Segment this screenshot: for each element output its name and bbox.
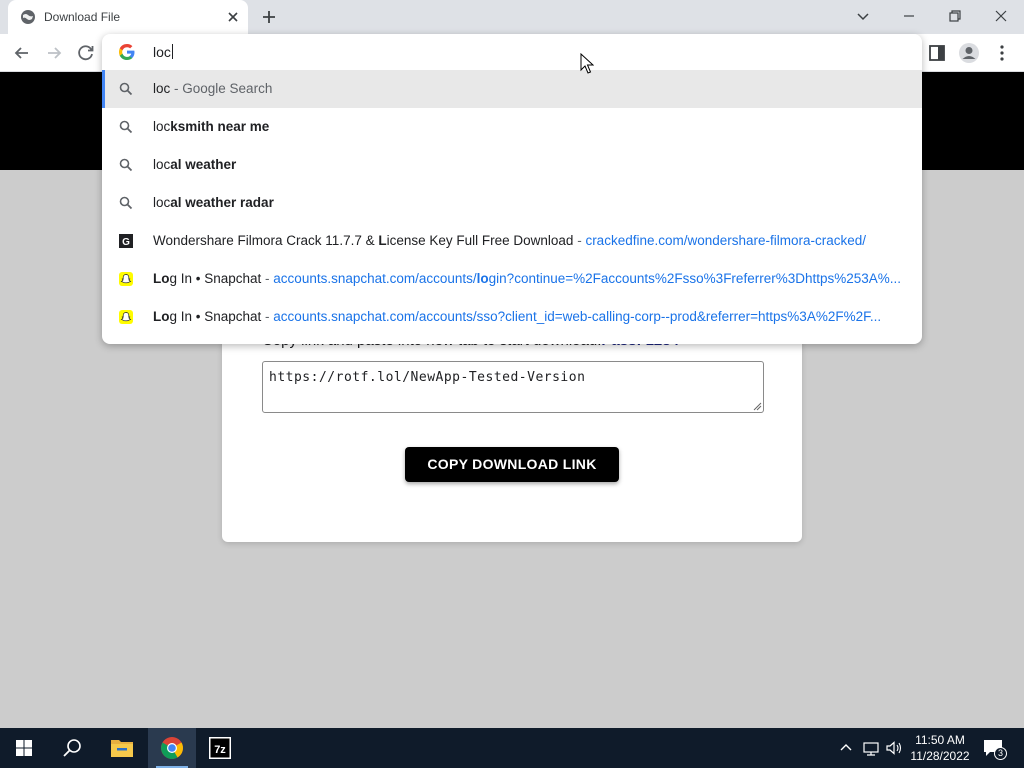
suggestion-title-match-2: o bbox=[161, 271, 170, 286]
notification-center-button[interactable]: 3 bbox=[982, 736, 1008, 762]
suggestion-title: Wondershare Filmora Crack 11.7.7 & bbox=[153, 233, 379, 248]
search-icon bbox=[119, 158, 133, 172]
snapchat-icon bbox=[119, 310, 133, 324]
suggestion-url: crackedfine.com/wondershare-filmora-crac… bbox=[585, 233, 867, 248]
tab-strip: Download File bbox=[0, 0, 1024, 34]
text-caret bbox=[171, 44, 173, 59]
new-tab-icon[interactable] bbox=[260, 8, 278, 26]
suggestion-title-match: L bbox=[378, 233, 387, 248]
minimize-icon[interactable] bbox=[899, 6, 919, 26]
suggestion-completion: al weather bbox=[170, 157, 237, 172]
address-input[interactable]: loc bbox=[153, 44, 173, 60]
snapchat-icon bbox=[119, 272, 133, 286]
suggestion-text: Wondershare Filmora Crack 11.7.7 & Licen… bbox=[153, 233, 867, 248]
close-tab-icon[interactable] bbox=[224, 8, 242, 26]
suggestion-typed: loc bbox=[153, 81, 171, 96]
suggestion-title-match-2: o bbox=[161, 309, 170, 324]
suggestion-search-locksmith[interactable]: locksmith near me bbox=[102, 108, 922, 146]
download-link-value: https://rotf.lol/NewApp-Tested-Version bbox=[269, 370, 586, 385]
suggestion-text: loc - Google Search bbox=[153, 81, 273, 96]
network-icon[interactable] bbox=[861, 738, 881, 758]
suggestion-completion: ksmith near me bbox=[170, 119, 270, 134]
suggestion-search-local-weather-radar[interactable]: local weather radar bbox=[102, 184, 922, 222]
tab-title: Download File bbox=[44, 10, 121, 24]
search-icon[interactable] bbox=[48, 728, 96, 768]
profile-avatar-icon[interactable] bbox=[958, 42, 980, 64]
suggestion-title-rest: icense Key Full Free Download bbox=[386, 233, 574, 248]
windows-taskbar: 7z 11:50 AM 11/28/2022 3 bbox=[0, 728, 1024, 768]
chrome-taskbar-button[interactable] bbox=[148, 728, 196, 768]
suggestion-completion: al weather radar bbox=[170, 195, 274, 210]
suggestion-history-snapchat-login[interactable]: Log In • Snapchat - accounts.snapchat.co… bbox=[102, 260, 922, 298]
suggestion-text: local weather radar bbox=[153, 195, 274, 210]
google-g-icon bbox=[119, 44, 135, 60]
suggestion-url: accounts.snapchat.com/accounts/ bbox=[273, 271, 477, 286]
reload-icon[interactable] bbox=[75, 42, 97, 64]
tab-download-file[interactable]: Download File bbox=[8, 0, 248, 34]
suggestion-text: Log In • Snapchat - accounts.snapchat.co… bbox=[153, 271, 902, 286]
tab-search-chevron-icon[interactable] bbox=[853, 6, 873, 26]
notification-count-badge: 3 bbox=[994, 747, 1007, 760]
suggestion-text: Log In • Snapchat - accounts.snapchat.co… bbox=[153, 309, 882, 324]
suggestion-title-rest: g In • Snapchat bbox=[169, 271, 262, 286]
mouse-cursor-icon bbox=[580, 53, 594, 74]
suggestion-url: accounts.snapchat.com/accounts/sso?clien… bbox=[273, 309, 882, 324]
file-explorer-icon[interactable] bbox=[98, 728, 146, 768]
clock-date: 11/28/2022 bbox=[910, 749, 970, 763]
suggestion-url-match: lo bbox=[476, 271, 489, 286]
svg-text:7z: 7z bbox=[214, 744, 226, 756]
suggestion-search-loc[interactable]: loc - Google Search bbox=[102, 70, 922, 108]
svg-text:G: G bbox=[122, 237, 130, 248]
resize-handle-icon[interactable] bbox=[752, 401, 762, 411]
globe-icon bbox=[21, 10, 35, 24]
suggestion-typed: loc bbox=[153, 119, 171, 134]
suggestion-title-match: L bbox=[153, 271, 162, 286]
side-panel-icon[interactable] bbox=[926, 42, 948, 64]
address-bar[interactable]: loc bbox=[102, 34, 922, 70]
suggestion-url-rest: gin?continue=%2Faccounts%2Fsso%3Freferre… bbox=[488, 271, 902, 286]
suggestion-search-local-weather[interactable]: local weather bbox=[102, 146, 922, 184]
windows-start-icon[interactable] bbox=[0, 728, 48, 768]
kebab-menu-icon[interactable] bbox=[991, 42, 1013, 64]
suggestion-text: locksmith near me bbox=[153, 119, 269, 134]
suggestion-history-filmora[interactable]: G Wondershare Filmora Crack 11.7.7 & Lic… bbox=[102, 222, 922, 260]
suggestion-suffix: Google Search bbox=[182, 81, 273, 96]
show-hidden-icons-chevron-icon[interactable] bbox=[836, 738, 856, 758]
suggestion-title-rest: g In • Snapchat bbox=[169, 309, 262, 324]
clock-time: 11:50 AM bbox=[915, 733, 965, 747]
g-favicon-icon: G bbox=[119, 234, 133, 248]
suggestion-typed: loc bbox=[153, 157, 171, 172]
address-input-value: loc bbox=[153, 44, 171, 60]
suggestion-typed: loc bbox=[153, 195, 171, 210]
forward-arrow-icon[interactable] bbox=[43, 42, 65, 64]
restore-icon[interactable] bbox=[945, 6, 965, 26]
back-arrow-icon[interactable] bbox=[11, 42, 33, 64]
download-link-textarea[interactable]: https://rotf.lol/NewApp-Tested-Version bbox=[262, 361, 764, 413]
copy-download-link-button[interactable]: COPY DOWNLOAD LINK bbox=[405, 447, 619, 482]
close-window-icon[interactable] bbox=[991, 6, 1011, 26]
7zip-icon[interactable]: 7z bbox=[196, 728, 244, 768]
suggestion-history-snapchat-sso[interactable]: Log In • Snapchat - accounts.snapchat.co… bbox=[102, 298, 922, 336]
suggestion-title-match: L bbox=[153, 309, 162, 324]
suggestion-text: local weather bbox=[153, 157, 236, 172]
volume-icon[interactable] bbox=[884, 738, 904, 758]
search-icon bbox=[119, 196, 133, 210]
search-icon bbox=[119, 120, 133, 134]
chrome-icon bbox=[161, 737, 183, 759]
omnibox-dropdown: loc loc - Google Search locksmith near m… bbox=[102, 34, 922, 344]
system-clock[interactable]: 11:50 AM 11/28/2022 bbox=[904, 732, 976, 764]
search-icon bbox=[119, 82, 133, 96]
